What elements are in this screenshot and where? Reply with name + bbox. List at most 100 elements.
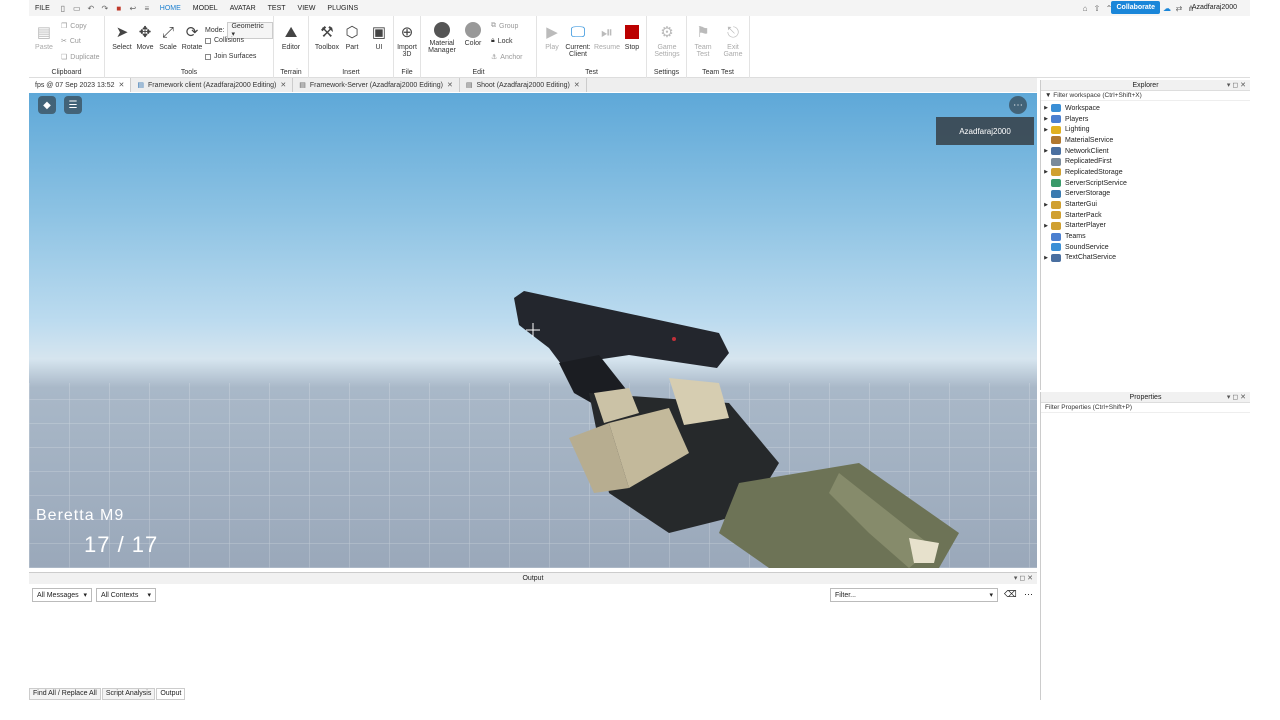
tab-script-analysis[interactable]: Script Analysis <box>101 688 156 700</box>
explorer-item[interactable]: ServerStorage <box>1041 189 1250 200</box>
mode-value: Geometric <box>231 23 264 30</box>
group-label: Group <box>499 22 519 30</box>
expand-arrow-icon[interactable]: ▶ <box>1041 169 1051 175</box>
explorer-item-label: NetworkClient <box>1065 147 1109 155</box>
current-client-button[interactable]: 🖵︎ Current: Client <box>563 22 593 59</box>
collisions-toggle[interactable]: Collisions <box>205 37 244 44</box>
explorer-item[interactable]: StarterPack <box>1041 210 1250 221</box>
expand-arrow-icon[interactable]: ▶ <box>1041 116 1051 122</box>
explorer-item[interactable]: SoundService <box>1041 242 1250 253</box>
explorer-item[interactable]: ▶ StarterPlayer <box>1041 221 1250 232</box>
join-surfaces-checkbox[interactable] <box>205 53 211 60</box>
game-settings-button[interactable]: ⚙ Game Settings <box>652 22 682 58</box>
explorer-item-label: StarterGui <box>1065 201 1097 209</box>
close-icon[interactable]: ✕ <box>280 81 286 89</box>
material-manager-button[interactable]: Material Manager <box>427 22 457 54</box>
redo-icon[interactable]: ↷ <box>100 3 110 13</box>
explorer-item-label: StarterPlayer <box>1065 222 1106 230</box>
team-test-button[interactable]: ⚑ Team Test <box>688 22 718 58</box>
tab-framework-server[interactable]: ▤ Framework-Server (Azadfaraj2000 Editing… <box>293 78 460 92</box>
import3d-button[interactable]: ⊕ Import 3D <box>392 22 422 58</box>
menu-view[interactable]: VIEW <box>292 5 322 12</box>
close-icon[interactable]: ✕ <box>119 81 125 89</box>
explorer-item[interactable]: ▶ TextChatService <box>1041 253 1250 264</box>
stop-button[interactable]: Stop <box>617 22 647 51</box>
ui-button[interactable]: ▣ UI <box>364 22 394 51</box>
explorer-item-label: MaterialService <box>1065 136 1114 144</box>
expand-arrow-icon[interactable]: ▶ <box>1041 127 1051 133</box>
tab-output[interactable]: Output <box>156 688 186 700</box>
rotate-button[interactable]: ⟳ Rotate <box>177 22 207 51</box>
explorer-item[interactable]: ▶ ReplicatedStorage <box>1041 167 1250 178</box>
expand-arrow-icon[interactable]: ▶ <box>1041 105 1051 111</box>
panel-controls-icon[interactable]: ▾ ◻ ✕ <box>1227 80 1246 91</box>
tab-shoot[interactable]: ▤ Shoot (Azadfaraj2000 Editing) ✕ <box>460 78 587 92</box>
expand-arrow-icon[interactable]: ▶ <box>1041 202 1051 208</box>
part-button[interactable]: ⬡ Part <box>337 22 367 51</box>
tab-fps-place[interactable]: fps @ 07 Sep 2023 13:52 ✕ <box>29 78 132 92</box>
expand-arrow-icon[interactable]: ▶ <box>1041 148 1051 154</box>
menu-avatar[interactable]: AVATAR <box>224 5 262 12</box>
undo-icon[interactable]: ↶ <box>86 3 96 13</box>
cut-button[interactable]: ✂ Cut <box>61 37 81 46</box>
game-viewport[interactable]: ◆ ☰ ⋯ Azadfaraj2000 Beretta M9 17 / 17 <box>29 93 1037 568</box>
monitor-icon: 🖵︎ <box>570 23 586 41</box>
tab-find-replace[interactable]: Find All / Replace All <box>29 688 101 700</box>
explorer-item[interactable]: ▶ Workspace <box>1041 103 1250 114</box>
collisions-checkbox[interactable] <box>205 37 211 44</box>
expand-arrow-icon[interactable]: ▶ <box>1041 255 1051 261</box>
menu-model[interactable]: MODEL <box>187 5 224 12</box>
duplicate-button[interactable]: ❏ Duplicate <box>61 53 99 62</box>
edit-group: Material Manager Color ⧉ Group 🔒︎ Lock ⚓︎ An… <box>421 16 537 78</box>
lock-button[interactable]: 🔒︎ Lock <box>491 37 513 45</box>
record-icon[interactable]: ■ <box>114 3 124 13</box>
cloud-icon[interactable]: ☁ <box>1162 3 1172 13</box>
group-button[interactable]: ⧉ Group <box>491 22 518 30</box>
expand-arrow-icon[interactable]: ▶ <box>1041 223 1051 229</box>
tab-label: Framework-Server (Azadfaraj2000 Editing) <box>309 81 443 89</box>
open-icon[interactable]: ▭ <box>72 3 82 13</box>
color-button[interactable]: Color <box>458 22 488 47</box>
messages-filter-select[interactable]: All Messages ▾ <box>32 588 92 602</box>
duplicate-icon: ❏ <box>61 54 68 61</box>
explorer-item[interactable]: ▶ NetworkClient <box>1041 146 1250 157</box>
new-file-icon[interactable]: ▯ <box>58 3 68 13</box>
clear-output-icon[interactable]: ⌫ <box>1004 589 1017 600</box>
panel-controls-icon[interactable]: ▾ ◻ ✕ <box>1014 573 1033 584</box>
menu-home[interactable]: HOME <box>154 5 187 12</box>
explorer-item[interactable]: MaterialService <box>1041 135 1250 146</box>
panel-controls-icon[interactable]: ▾ ◻ ✕ <box>1227 392 1246 403</box>
collaborate-button[interactable]: Collaborate <box>1111 1 1160 14</box>
dropdown-icon[interactable]: ≡ <box>142 3 152 13</box>
exit-game-button[interactable]: ⎋ Exit Game <box>718 22 748 59</box>
menu-test[interactable]: TEST <box>262 5 292 12</box>
user-name[interactable]: Azadfaraj2000 <box>1192 4 1237 11</box>
more-options-icon[interactable]: ⋯ <box>1024 589 1033 600</box>
contexts-filter-select[interactable]: All Contexts ▾ <box>96 588 156 602</box>
service-icon <box>1051 179 1061 188</box>
explorer-item[interactable]: ServerScriptService <box>1041 178 1250 189</box>
menu-plugins[interactable]: PLUGINS <box>321 5 364 12</box>
copy-button[interactable]: ❐ Copy <box>61 22 87 31</box>
explorer-filter-input[interactable]: ▼ Filter workspace (Ctrl+Shift+X) <box>1041 91 1250 101</box>
back-icon[interactable]: ↩ <box>128 3 138 13</box>
paste-button[interactable]: ▤ Paste <box>31 22 57 51</box>
part-label: Part <box>345 44 359 51</box>
output-filter-input[interactable]: Filter... ▾ <box>830 588 998 602</box>
explorer-item[interactable]: ▶ Lighting <box>1041 124 1250 135</box>
explorer-item[interactable]: ▶ Players <box>1041 114 1250 125</box>
explorer-item[interactable]: ReplicatedFirst <box>1041 156 1250 167</box>
close-icon[interactable]: ✕ <box>447 81 453 89</box>
arrow-up-icon[interactable]: ⇧ <box>1092 3 1102 13</box>
sync-icon[interactable]: ⇄ <box>1174 3 1184 13</box>
explorer-item[interactable]: Teams <box>1041 231 1250 242</box>
close-icon[interactable]: ✕ <box>574 81 580 89</box>
terrain-editor-button[interactable]: ⛰ Editor <box>276 22 306 52</box>
menu-file[interactable]: FILE <box>29 5 56 12</box>
tab-framework-client[interactable]: ▤ Framework client (Azadfaraj2000 Editing… <box>131 78 294 92</box>
anchor-button[interactable]: ⚓︎ Anchor <box>491 53 522 62</box>
join-surfaces-toggle[interactable]: Join Surfaces <box>205 53 256 60</box>
explorer-item[interactable]: ▶ StarterGui <box>1041 199 1250 210</box>
home-icon[interactable]: ⌂ <box>1080 3 1090 13</box>
properties-filter-input[interactable]: Filter Properties (Ctrl+Shift+P) <box>1041 403 1250 413</box>
